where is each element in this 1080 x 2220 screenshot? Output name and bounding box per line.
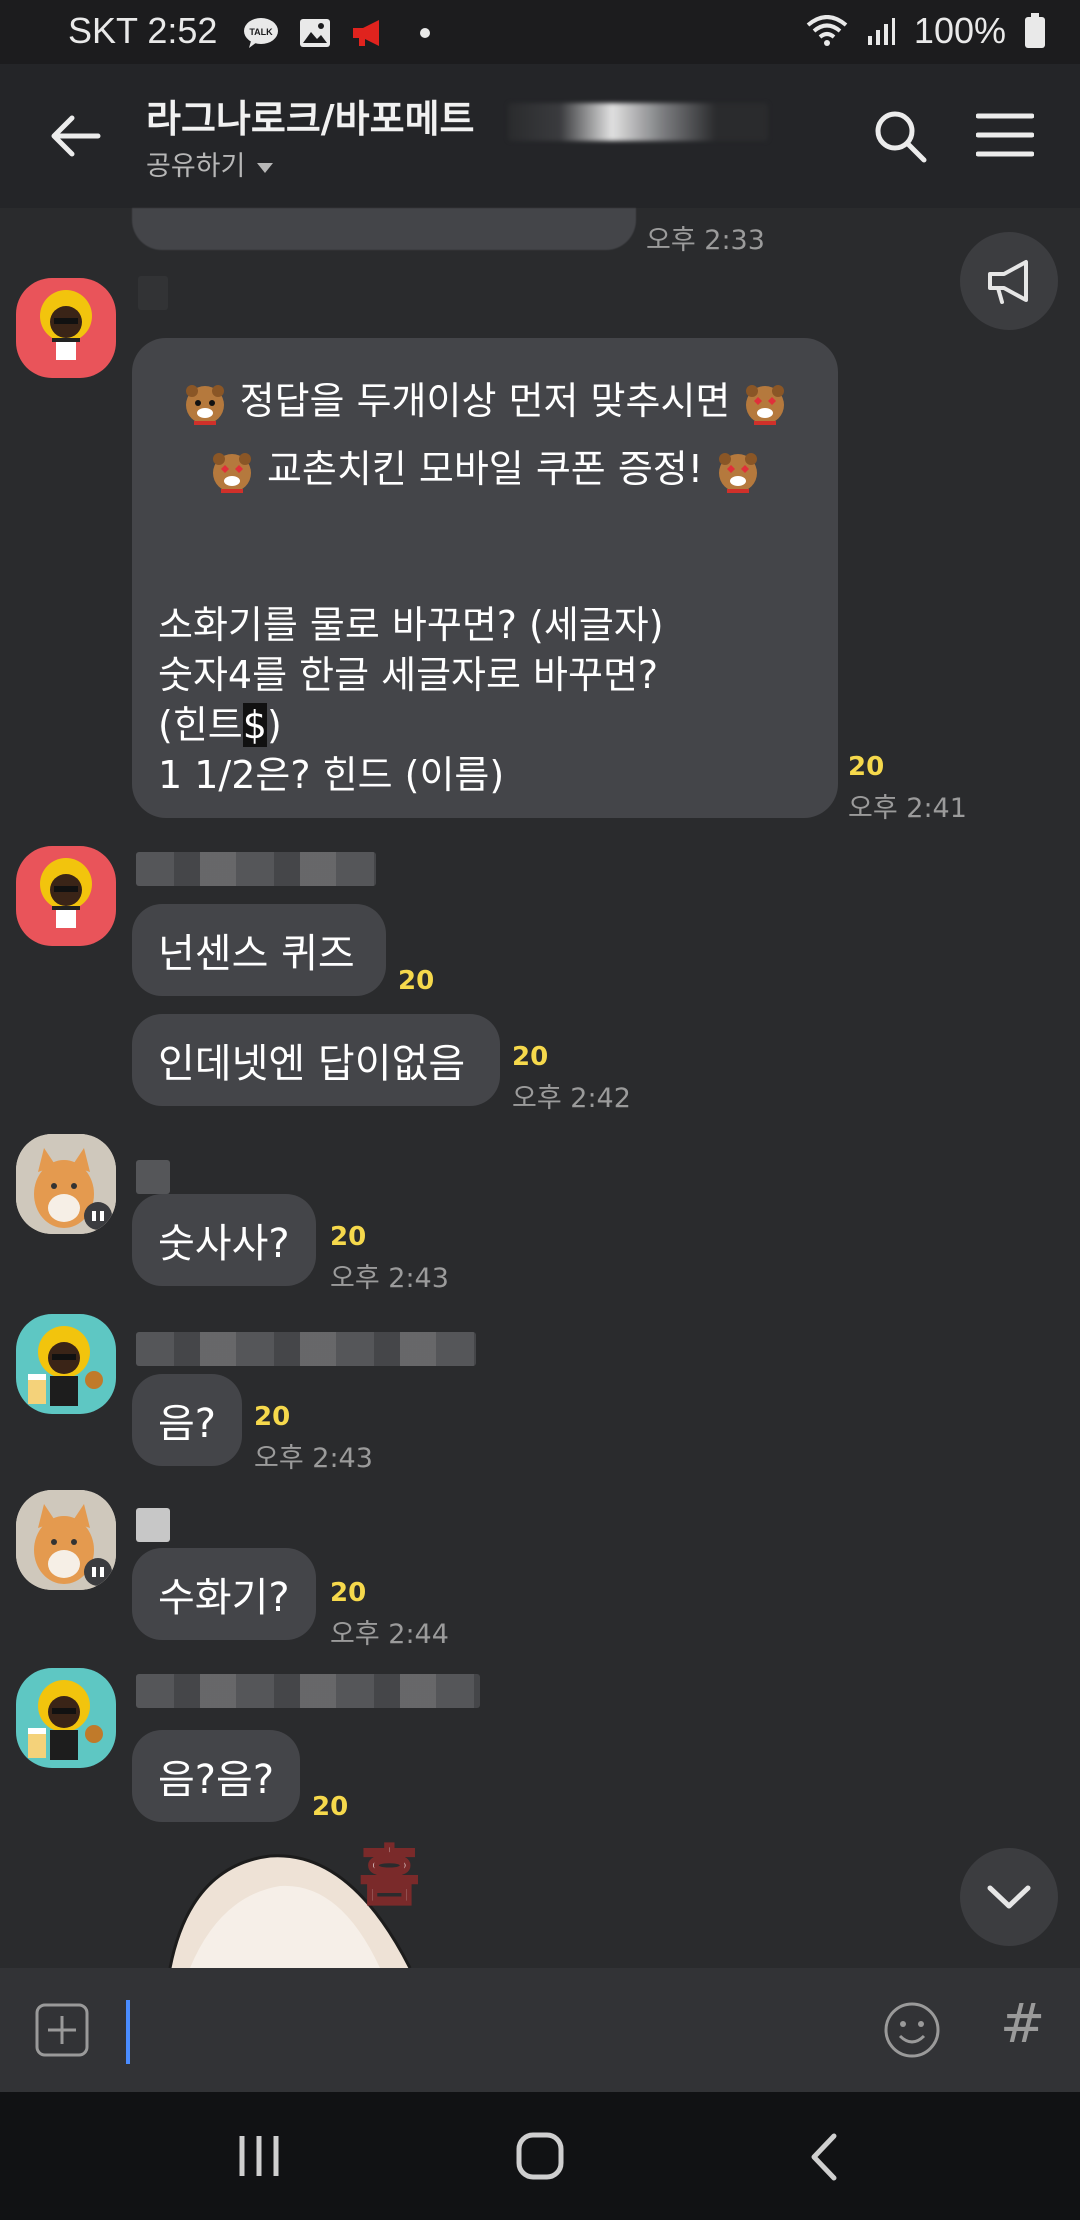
- character-beer-avatar-icon: [28, 1680, 103, 1760]
- dog-heart-eyes-emoji-icon: [212, 452, 251, 493]
- unread-count: 20: [512, 1042, 549, 1072]
- share-button[interactable]: 공유하기: [146, 144, 274, 183]
- plus-icon[interactable]: [34, 2002, 90, 2058]
- message-bubble[interactable]: 숫사사?: [132, 1194, 316, 1286]
- blurred-title-part: [507, 102, 768, 141]
- quiz-line-2: 교촌치킨 모바일 쿠폰 증정!: [132, 438, 838, 495]
- quiz-line-1: 정답을 두개이상 먼저 맞추시면: [132, 370, 838, 427]
- sender-name: [136, 1332, 476, 1366]
- hash-icon[interactable]: #: [1000, 1992, 1045, 2055]
- notice-button[interactable]: [960, 232, 1058, 330]
- home-icon[interactable]: [516, 2132, 564, 2180]
- quiz-line-3: 소화기를 물로 바꾸면? (세글자): [158, 603, 664, 647]
- system-nav-bar: [0, 2092, 1080, 2220]
- avatar[interactable]: [16, 1490, 116, 1590]
- quiz-line-5-a: (힌트: [158, 703, 243, 747]
- status-right: 100%: [806, 10, 1046, 52]
- avatar[interactable]: [16, 1668, 116, 1768]
- status-bar: SKT 2:52 TALK 100%: [0, 0, 1080, 64]
- chevron-down-icon: [987, 1885, 1031, 1909]
- unread-count: 20: [254, 1402, 291, 1432]
- gallery-notification-icon: [300, 19, 331, 48]
- avatar[interactable]: [16, 846, 116, 946]
- unread-count: 20: [330, 1222, 367, 1252]
- signal-icon: [867, 18, 895, 45]
- partial-top-bubble: [132, 208, 636, 250]
- sticker-image[interactable]: 흠: [160, 1826, 460, 1968]
- message-input-field[interactable]: [126, 1988, 846, 2072]
- svg-text:TALK: TALK: [250, 27, 274, 37]
- message-time: 오후 2:43: [330, 1263, 449, 1294]
- back-arrow-icon[interactable]: [48, 108, 104, 164]
- sender-name: [136, 852, 376, 886]
- search-icon[interactable]: [872, 108, 928, 164]
- smile-icon[interactable]: [882, 2000, 942, 2060]
- quiz-line-5-highlight: $: [242, 703, 267, 747]
- message-bubble[interactable]: 음?: [132, 1374, 242, 1466]
- message-time: 오후 2:43: [254, 1443, 373, 1474]
- megaphone-notification-icon: [353, 20, 380, 47]
- sticker-text: 흠: [359, 1840, 421, 1917]
- scroll-to-bottom-button[interactable]: [960, 1848, 1058, 1946]
- quiz-line-4: 숫자4를 한글 세글자로 바꾸면?: [158, 653, 659, 697]
- more-notifications-dot: [419, 28, 430, 39]
- cat-avatar-icon: [16, 1490, 116, 1590]
- sender-name: [136, 1160, 170, 1194]
- chat-title[interactable]: 라그나로크/바포메트: [146, 88, 768, 143]
- chat-title-text: 라그나로크/바포메트: [146, 97, 475, 141]
- avatar[interactable]: [16, 1314, 116, 1414]
- battery-percent: 100%: [913, 10, 1006, 51]
- message-time: 오후 2:41: [848, 793, 967, 824]
- caret-down-icon: [257, 162, 274, 173]
- megaphone-icon: [988, 260, 1028, 304]
- message-time: 오후 2:33: [646, 225, 765, 256]
- recent-apps-icon[interactable]: [236, 2134, 282, 2178]
- back-nav-icon[interactable]: [804, 2132, 844, 2182]
- dog-heart-eyes-emoji-icon: [719, 452, 758, 493]
- message-input-bar: #: [0, 1968, 1080, 2092]
- character-avatar-icon: [40, 858, 92, 928]
- sender-name: [138, 276, 168, 310]
- message-time: 오후 2:44: [330, 1619, 449, 1650]
- share-label: 공유하기: [146, 151, 246, 182]
- unread-count: 20: [848, 752, 885, 782]
- message-time: 오후 2:42: [512, 1083, 631, 1114]
- character-beer-avatar-icon: [28, 1326, 103, 1406]
- carrier-time: SKT 2:52: [68, 10, 218, 51]
- quiz-line-2-text: 교촌치킨 모바일 쿠폰 증정!: [266, 447, 704, 491]
- status-left: SKT 2:52 TALK: [68, 10, 430, 52]
- talk-notification-icon: TALK: [244, 18, 279, 49]
- dog-emoji-icon: [185, 384, 224, 425]
- chat-header: 라그나로크/바포메트 공유하기: [0, 64, 1080, 208]
- quiz-line-5: (힌트$): [158, 694, 282, 749]
- dog-emoji-icon: [746, 384, 785, 425]
- unread-count: 20: [398, 966, 435, 996]
- character-avatar-icon: [40, 290, 92, 360]
- message-bubble[interactable]: 음?음?: [132, 1730, 300, 1822]
- battery-icon: [1025, 13, 1045, 48]
- quiz-message-bubble[interactable]: 정답을 두개이상 먼저 맞추시면 교촌치킨 모바일 쿠폰 증정! 소화기를 물로…: [132, 338, 838, 818]
- avatar[interactable]: [16, 1134, 116, 1234]
- quiz-line-6: 1 1/2은? 힌드 (이름): [158, 753, 505, 797]
- quiz-line-5-c: ): [266, 703, 282, 747]
- message-bubble[interactable]: 수화기?: [132, 1548, 316, 1640]
- message-bubble[interactable]: 인데넷엔 답이없음: [132, 1014, 500, 1106]
- wifi-icon: [806, 15, 848, 46]
- sender-name: [136, 1508, 170, 1542]
- avatar[interactable]: [16, 278, 116, 378]
- menu-icon[interactable]: [976, 110, 1034, 160]
- sender-name: [136, 1674, 480, 1708]
- quiz-line-1-text: 정답을 두개이상 먼저 맞추시면: [239, 379, 731, 423]
- cat-avatar-icon: [16, 1134, 116, 1234]
- unread-count: 20: [312, 1792, 349, 1822]
- message-bubble[interactable]: 넌센스 퀴즈: [132, 904, 386, 996]
- unread-count: 20: [330, 1578, 367, 1608]
